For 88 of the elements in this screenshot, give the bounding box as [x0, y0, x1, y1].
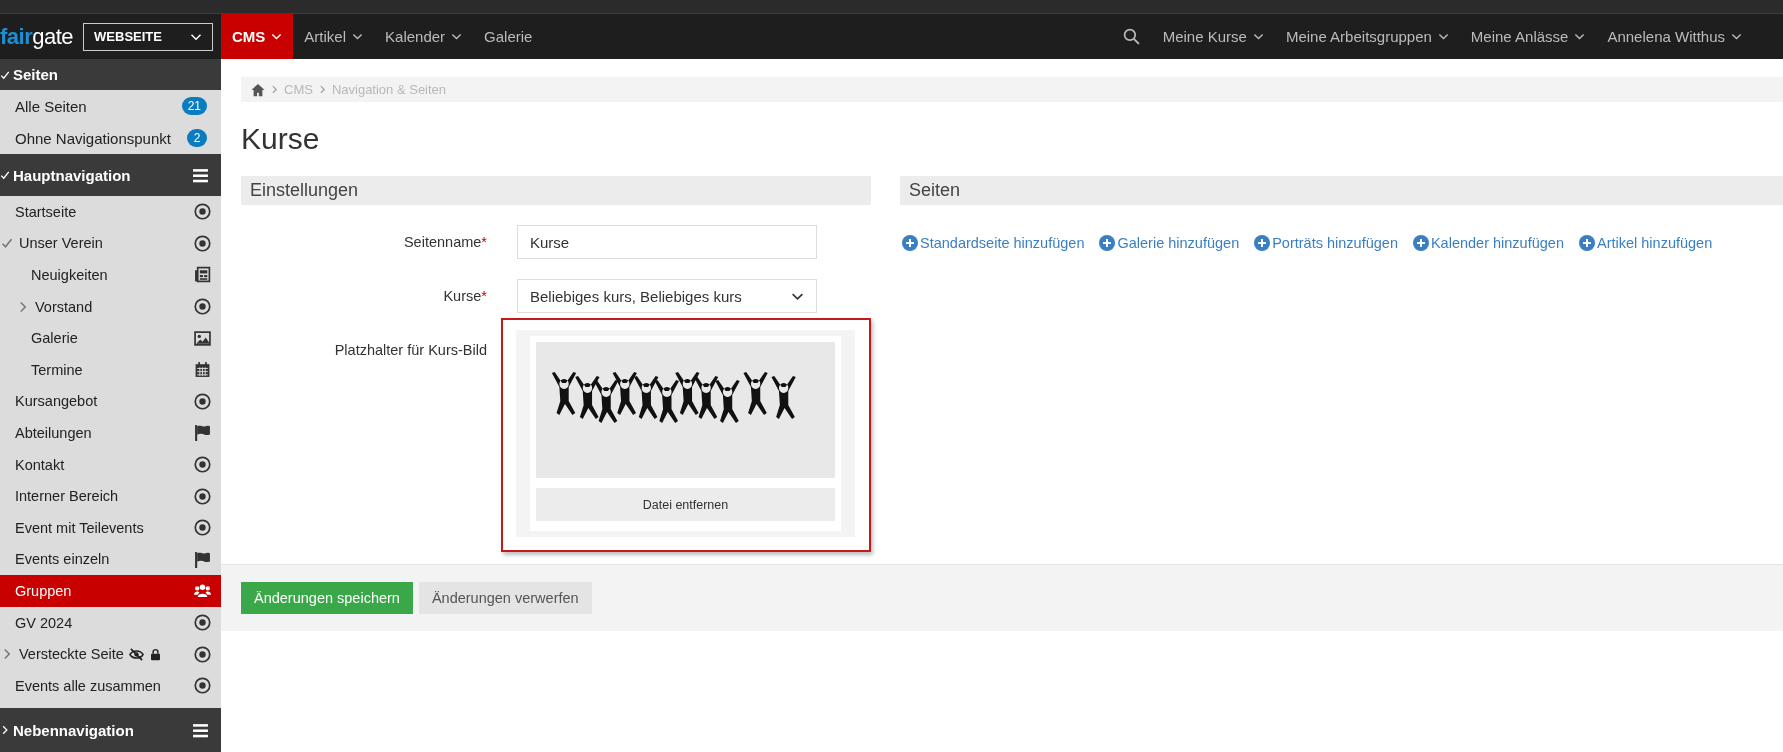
required-mark: * [481, 288, 487, 304]
section-header[interactable]: Seiten [0, 59, 221, 90]
site-dropdown[interactable]: WEBSEITE [83, 22, 214, 51]
nav-menu-item[interactable]: Meine Anlässe [1459, 14, 1597, 59]
plus-circle-icon [902, 235, 918, 251]
add-page-link[interactable]: Kalender hinzufügen [1412, 235, 1564, 251]
page-title: Kurse [241, 122, 321, 156]
sidebar-item[interactable]: Kursangebot [0, 385, 221, 418]
target-icon [194, 519, 211, 537]
sidebar-item[interactable]: Unser Verein [0, 227, 221, 260]
select-field[interactable]: Beliebiges kurs, Beliebiges kurs [517, 279, 817, 313]
sidebar-item[interactable]: GV 2024 [0, 606, 221, 639]
target-icon [194, 645, 211, 663]
chevron-right-icon [317, 85, 327, 94]
flag-icon [194, 424, 211, 442]
home-icon[interactable] [251, 82, 265, 97]
nav-menu-item[interactable]: Annelena Witthus [1596, 14, 1753, 59]
nav-menu-item[interactable]: Meine Kurse [1151, 14, 1275, 59]
check-icon[interactable] [1, 237, 13, 250]
search-icon[interactable] [1122, 28, 1140, 45]
nav-menu-item[interactable]: Artikel [293, 14, 375, 59]
logo: fairgate [0, 23, 74, 50]
sidebar-item[interactable]: Kontakt [0, 448, 221, 481]
target-icon [194, 487, 211, 505]
chevron-right-icon [0, 725, 10, 735]
add-page-link[interactable]: Artikel hinzufügen [1579, 235, 1713, 251]
count-badge: 21 [181, 97, 207, 115]
sidebar-item[interactable]: Startseite [0, 196, 221, 228]
add-page-link[interactable]: Standardseite hinzufügen [902, 235, 1085, 251]
nav-menu-item[interactable]: Meine Arbeitsgruppen [1274, 14, 1460, 59]
target-icon [194, 456, 211, 474]
target-icon [194, 234, 211, 252]
plus-circle-icon [1099, 235, 1116, 251]
text-field[interactable]: Kurse [517, 225, 817, 259]
menu-icon[interactable] [192, 721, 209, 739]
newspaper-icon [194, 266, 211, 284]
chevron-down-icon [451, 31, 463, 42]
chevron-down-icon [1252, 31, 1264, 42]
sidebar-item[interactable]: Event mit Teilevents [0, 511, 221, 544]
section-header: Einstellungen [241, 176, 871, 205]
target-icon [194, 677, 211, 695]
chevron-down-icon [1437, 31, 1449, 42]
field-label: Platzhalter für Kurs-Bild [333, 341, 488, 360]
menu-icon[interactable] [192, 166, 209, 184]
chevron-right-icon [270, 85, 279, 94]
sidebar-item[interactable]: Termine [0, 353, 221, 386]
sidebar-item[interactable]: Ohne Navigationspunkt 2 [0, 122, 221, 154]
sidebar-item[interactable]: Vorstand [0, 290, 221, 323]
sidebar-item[interactable]: Interner Bereich [0, 480, 221, 512]
group-icon [194, 582, 211, 600]
image-icon [194, 329, 211, 347]
plus-circle-icon [1579, 235, 1595, 251]
target-icon [194, 392, 211, 410]
chevron-down-icon [271, 31, 283, 42]
plus-circle-icon [1412, 235, 1429, 251]
count-badge: 2 [187, 129, 207, 147]
sidebar-item[interactable]: Gruppen [0, 575, 221, 607]
flag-icon [194, 550, 211, 568]
chevron-down-icon [1574, 31, 1586, 42]
required-mark: * [481, 234, 487, 250]
section-header[interactable]: Nebennavigation [0, 708, 221, 752]
sidebar-item[interactable]: Events alle zusammen [0, 669, 221, 702]
nav-menu-item[interactable]: Galerie [473, 14, 544, 59]
check-icon [0, 170, 10, 180]
sidebar-item[interactable]: Versteckte Seite [0, 638, 221, 670]
sidebar-item[interactable]: Galerie [0, 322, 221, 354]
add-page-link[interactable]: Galerie hinzufügen [1099, 235, 1240, 251]
calendar-icon [194, 361, 211, 379]
sidebar-item[interactable]: Neuigkeiten [0, 259, 221, 291]
add-page-link[interactable]: Porträts hinzufügen [1254, 235, 1398, 251]
sidebar-item[interactable]: Events einzeln [0, 543, 221, 576]
check-icon [0, 69, 10, 80]
nav-menu-item[interactable]: CMS [221, 14, 294, 59]
nav-menu-item[interactable]: Kalender [374, 14, 474, 59]
remove-file-button[interactable]: Datei entfernen [536, 488, 835, 521]
sidebar-item[interactable]: Abteilungen [0, 417, 221, 449]
sidebar-item[interactable]: Alle Seiten 21 [0, 90, 221, 122]
section-header[interactable]: Hauptnavigation [0, 154, 221, 196]
target-icon [194, 614, 211, 631]
field-label: Kurse* [442, 287, 488, 306]
plus-circle-icon [1254, 235, 1271, 251]
target-icon [194, 203, 211, 221]
chevron-down-icon [1731, 31, 1742, 42]
target-icon [194, 298, 211, 316]
section-header: Seiten [900, 176, 1783, 205]
chevron-down-icon [352, 31, 364, 42]
discard-button[interactable]: Änderungen verwerfen [418, 582, 592, 614]
field-label: Seitenname* [402, 233, 488, 252]
